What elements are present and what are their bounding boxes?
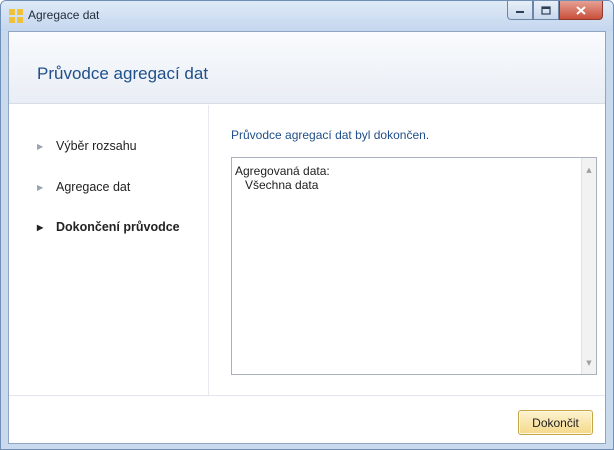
window-controls	[507, 1, 603, 21]
steps-divider	[208, 105, 209, 395]
step-label: Výběr rozsahu	[56, 139, 137, 153]
wizard-header: Průvodce agregací dat	[9, 32, 605, 104]
vertical-scrollbar[interactable]: ▲ ▼	[581, 158, 596, 374]
title-bar[interactable]: Agregace dat	[1, 1, 613, 31]
app-icon	[9, 9, 23, 23]
summary-line: Agregovaná data:	[235, 164, 330, 178]
footer-divider	[9, 395, 605, 396]
step-item-aggregation: ▶ Agregace dat	[37, 180, 130, 194]
maximize-icon	[541, 5, 551, 15]
step-bullet-icon: ▶	[37, 182, 44, 192]
scroll-up-icon[interactable]: ▲	[582, 162, 596, 177]
close-button[interactable]	[559, 1, 603, 20]
step-label: Agregace dat	[56, 180, 131, 194]
close-icon	[576, 5, 586, 15]
step-label: Dokončení průvodce	[56, 220, 180, 234]
wizard-title: Průvodce agregací dat	[37, 64, 209, 83]
minimize-icon	[516, 11, 524, 13]
summary-textbox[interactable]: Agregovaná data: Všechna data ▲ ▼	[231, 157, 597, 375]
step-item-finish: ▶ Dokončení průvodce	[37, 220, 180, 234]
minimize-button[interactable]	[507, 1, 533, 20]
wizard-window: Agregace dat Průvodce agregací dat ▶ Výb…	[0, 0, 614, 450]
finish-button[interactable]: Dokončit	[518, 410, 593, 435]
wizard-steps: ▶ Výběr rozsahu ▶ Agregace dat ▶ Dokonče…	[9, 105, 209, 395]
summary-line: Všechna data	[235, 178, 319, 192]
maximize-button[interactable]	[533, 1, 559, 20]
wizard-client-area: Průvodce agregací dat ▶ Výběr rozsahu ▶ …	[8, 31, 606, 444]
window-title: Agregace dat	[28, 8, 100, 22]
completion-message: Průvodce agregací dat byl dokončen.	[231, 128, 430, 142]
scroll-down-icon[interactable]: ▼	[582, 355, 596, 370]
step-bullet-icon: ▶	[37, 222, 44, 232]
step-item-range: ▶ Výběr rozsahu	[37, 139, 137, 153]
step-bullet-icon: ▶	[37, 141, 44, 151]
